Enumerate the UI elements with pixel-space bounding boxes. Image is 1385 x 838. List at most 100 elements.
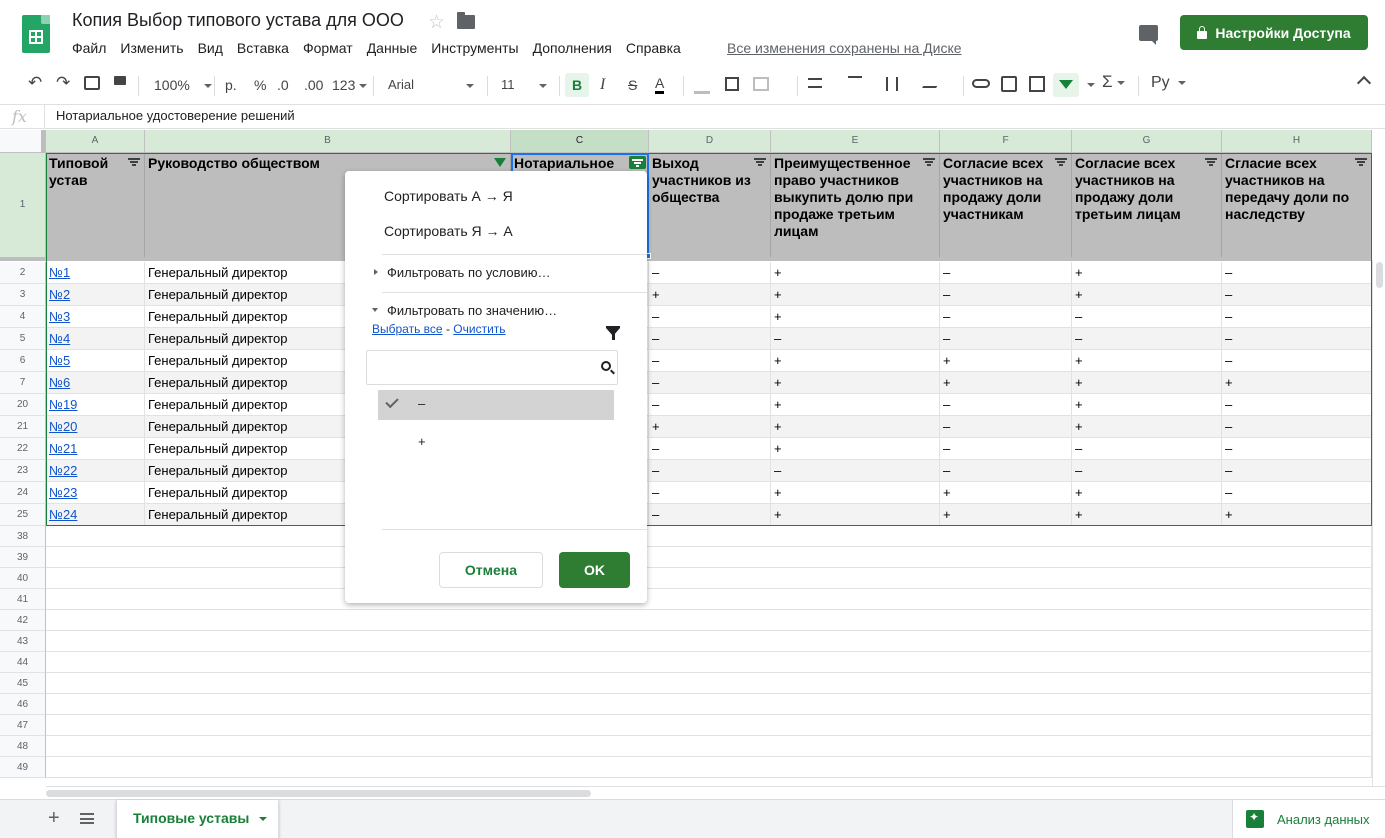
- table-cell[interactable]: –: [940, 394, 1072, 416]
- table-cell[interactable]: –: [1222, 460, 1372, 482]
- empty-row[interactable]: [46, 568, 1372, 589]
- table-cell[interactable]: +: [1072, 262, 1222, 284]
- table-cell[interactable]: –: [940, 460, 1072, 482]
- empty-row[interactable]: [46, 631, 1372, 652]
- table-cell[interactable]: +: [771, 438, 940, 460]
- column-header[interactable]: F: [940, 130, 1072, 153]
- freeze-divider[interactable]: [0, 257, 1372, 261]
- table-cell[interactable]: +: [1072, 284, 1222, 306]
- zoom-select[interactable]: 100%: [154, 76, 212, 94]
- table-cell[interactable]: +: [1072, 482, 1222, 504]
- redo-icon[interactable]: ↷: [56, 74, 70, 92]
- header-cell[interactable]: Согласие всех участников на продажу доли…: [940, 153, 1072, 257]
- table-cell[interactable]: –: [940, 438, 1072, 460]
- table-cell[interactable]: –: [649, 504, 771, 526]
- row-header[interactable]: 22: [0, 438, 46, 460]
- charter-link[interactable]: №24: [49, 507, 77, 522]
- merge-cells-icon[interactable]: [753, 77, 769, 91]
- table-cell[interactable]: –: [1222, 482, 1372, 504]
- table-cell[interactable]: –: [1222, 306, 1372, 328]
- header-cell[interactable]: Типовой устав: [46, 153, 145, 257]
- row-header[interactable]: 42: [0, 610, 46, 631]
- column-header[interactable]: C: [511, 130, 649, 153]
- increase-decimal-button[interactable]: .00: [304, 76, 323, 94]
- sort-a-z-item[interactable]: Сортировать А → Я: [384, 188, 513, 204]
- table-cell[interactable]: №22: [46, 460, 145, 482]
- font-select[interactable]: Arial: [388, 76, 475, 94]
- comment-history-icon[interactable]: [1139, 25, 1158, 45]
- table-cell[interactable]: +: [940, 350, 1072, 372]
- menu-help[interactable]: Справка: [626, 40, 681, 58]
- charter-link[interactable]: №22: [49, 463, 77, 478]
- menu-edit[interactable]: Изменить: [120, 40, 183, 58]
- table-cell[interactable]: №23: [46, 482, 145, 504]
- table-cell[interactable]: –: [771, 328, 940, 350]
- column-header[interactable]: D: [649, 130, 771, 153]
- cancel-button[interactable]: Отмена: [439, 552, 543, 588]
- filter-by-condition-item[interactable]: Фильтровать по условию…: [387, 265, 551, 280]
- header-cell[interactable]: Сгласие всех участников на передачу доли…: [1222, 153, 1372, 257]
- ok-button[interactable]: OK: [559, 552, 630, 588]
- menu-file[interactable]: Файл: [72, 40, 106, 58]
- row-header[interactable]: 48: [0, 736, 46, 757]
- filter-by-value-item[interactable]: Фильтровать по значению…: [387, 303, 557, 318]
- row-header[interactable]: 43: [0, 631, 46, 652]
- filter-toggle-button[interactable]: [1053, 73, 1079, 97]
- menu-data[interactable]: Данные: [367, 40, 418, 58]
- collapse-toolbar-icon[interactable]: [1356, 75, 1372, 91]
- header-cell[interactable]: Выход участников из общества: [649, 153, 771, 257]
- folder-icon[interactable]: [457, 12, 475, 29]
- clear-link[interactable]: Очистить: [453, 322, 505, 336]
- table-cell[interactable]: +: [771, 350, 940, 372]
- table-cell[interactable]: +: [940, 372, 1072, 394]
- empty-row[interactable]: [46, 715, 1372, 736]
- table-cell[interactable]: –: [1222, 328, 1372, 350]
- strikethrough-button[interactable]: S: [628, 76, 637, 94]
- table-cell[interactable]: №3: [46, 306, 145, 328]
- number-format-select[interactable]: 123: [332, 76, 368, 94]
- sheet-tab[interactable]: Типовые уставы: [116, 800, 279, 838]
- vertical-scrollbar[interactable]: [1372, 260, 1385, 786]
- charter-link[interactable]: №19: [49, 397, 77, 412]
- italic-button[interactable]: I: [600, 76, 605, 94]
- row-header[interactable]: 47: [0, 715, 46, 736]
- table-cell[interactable]: +: [771, 284, 940, 306]
- charter-link[interactable]: №4: [49, 331, 70, 346]
- table-cell[interactable]: №4: [46, 328, 145, 350]
- table-cell[interactable]: №24: [46, 504, 145, 526]
- table-cell[interactable]: +: [771, 262, 940, 284]
- table-cell[interactable]: +: [771, 416, 940, 438]
- column-header[interactable]: H: [1222, 130, 1372, 153]
- table-cell[interactable]: –: [1072, 306, 1222, 328]
- undo-icon[interactable]: ↶: [28, 74, 42, 92]
- charter-link[interactable]: №3: [49, 309, 70, 324]
- text-wrap-icon[interactable]: [886, 77, 898, 91]
- empty-row[interactable]: [46, 610, 1372, 631]
- table-cell[interactable]: +: [771, 394, 940, 416]
- table-cell[interactable]: –: [649, 438, 771, 460]
- menu-tools[interactable]: Инструменты: [431, 40, 518, 58]
- table-cell[interactable]: №21: [46, 438, 145, 460]
- column-header[interactable]: E: [771, 130, 940, 153]
- empty-row[interactable]: [46, 736, 1372, 757]
- input-tools-button[interactable]: Ру: [1151, 74, 1186, 92]
- table-cell[interactable]: +: [1222, 504, 1372, 526]
- formula-input[interactable]: Нотариальное удостоверение решений: [56, 108, 295, 123]
- table-cell[interactable]: +: [771, 306, 940, 328]
- filter-options-icon[interactable]: [606, 326, 620, 340]
- empty-row[interactable]: [46, 652, 1372, 673]
- menu-addons[interactable]: Дополнения: [533, 40, 612, 58]
- table-cell[interactable]: –: [1222, 438, 1372, 460]
- select-all-link[interactable]: Выбрать все: [372, 322, 443, 336]
- row-header[interactable]: 21: [0, 416, 46, 438]
- row-header[interactable]: 4: [0, 306, 46, 328]
- table-cell[interactable]: –: [1222, 416, 1372, 438]
- charter-link[interactable]: №23: [49, 485, 77, 500]
- table-cell[interactable]: +: [940, 504, 1072, 526]
- functions-button[interactable]: Σ: [1102, 73, 1125, 91]
- sheets-logo-icon[interactable]: [22, 15, 50, 53]
- table-cell[interactable]: +: [1222, 372, 1372, 394]
- charter-link[interactable]: №6: [49, 375, 70, 390]
- text-color-button[interactable]: A: [655, 76, 665, 94]
- row-header[interactable]: 45: [0, 673, 46, 694]
